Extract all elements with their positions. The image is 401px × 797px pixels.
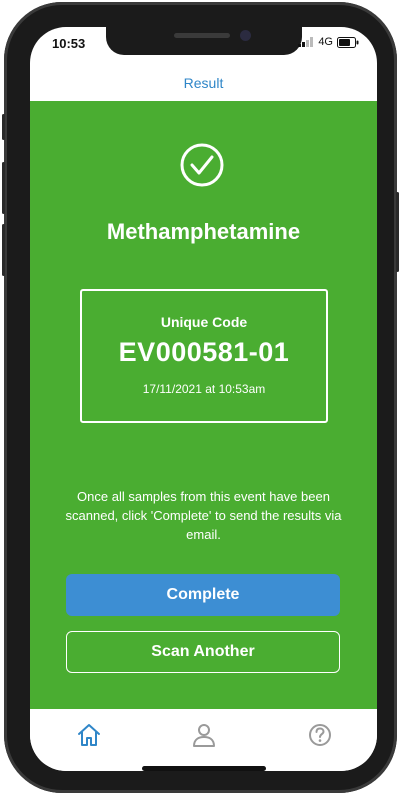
- scan-timestamp: 17/11/2021 at 10:53am: [142, 382, 266, 396]
- substance-name: Methamphetamine: [106, 219, 301, 244]
- volume-up-button: [2, 162, 5, 214]
- status-indicators: 4G: [298, 36, 359, 48]
- tab-bar: [30, 709, 377, 771]
- unique-code-card: Unique Code EV000581-01 17/11/2021 at 10…: [80, 289, 328, 423]
- camera: [240, 30, 251, 41]
- status-time: 10:53: [52, 36, 86, 51]
- volume-down-button: [2, 224, 5, 276]
- speaker: [174, 33, 230, 38]
- unique-code-label: Unique Code: [160, 314, 248, 330]
- unique-code-value: EV000581-01: [118, 337, 290, 367]
- screen: 10:53 4G Result Methamphetamine Unique C…: [30, 27, 377, 771]
- home-indicator[interactable]: [142, 766, 266, 771]
- profile-icon[interactable]: [190, 721, 218, 749]
- instructions-text: Once all samples from this event have be…: [65, 489, 342, 542]
- notch: [106, 27, 302, 55]
- page-title: Result: [183, 75, 224, 91]
- check-circle-icon: [180, 143, 224, 187]
- phone-frame: 10:53 4G Result Methamphetamine Unique C…: [2, 2, 399, 793]
- mute-switch: [2, 114, 5, 140]
- power-button: [396, 192, 399, 272]
- network-label: 4G: [318, 36, 333, 48]
- help-icon[interactable]: [306, 721, 334, 749]
- signal-icon: [298, 37, 314, 47]
- battery-icon: [337, 36, 359, 48]
- complete-button[interactable]: Complete: [66, 574, 340, 616]
- scan-another-button[interactable]: Scan Another: [66, 631, 340, 673]
- home-icon[interactable]: [75, 721, 103, 749]
- result-panel: Methamphetamine Unique Code EV000581-01 …: [30, 101, 377, 709]
